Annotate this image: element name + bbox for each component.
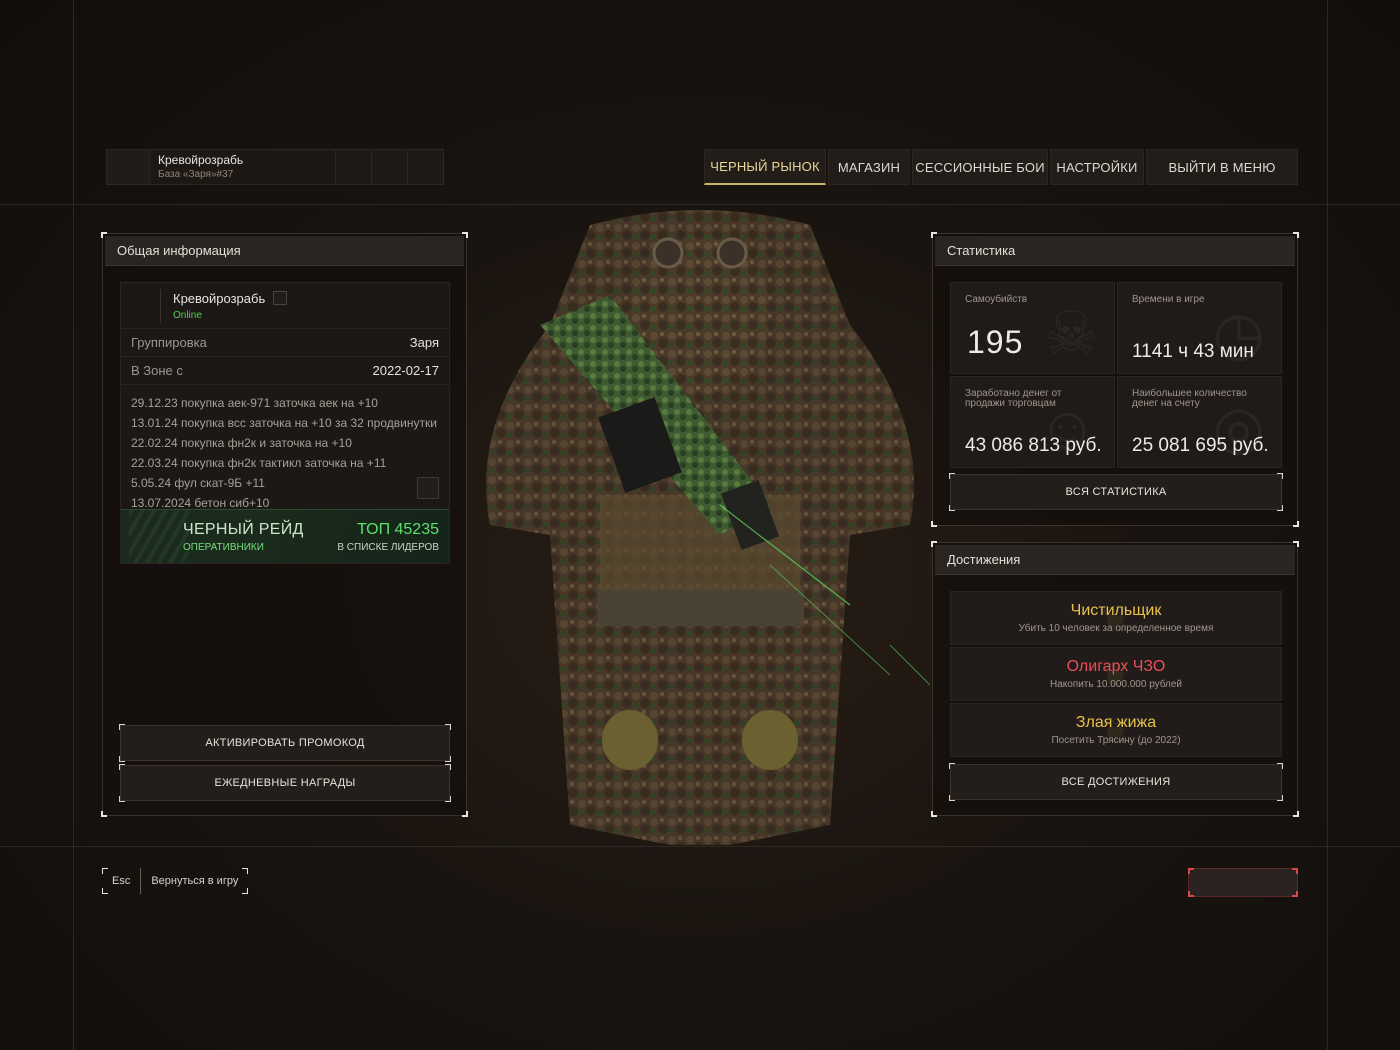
grid-line — [1327, 0, 1328, 1050]
general-info-panel: Общая информация Кревойрозрабь Online Гр… — [101, 232, 468, 817]
info-box: Кревойрозрабь Online Группировка Заря В … — [120, 282, 450, 564]
achievement-item[interactable]: ❦ Олигарх ЧЗО Накопить 10.000.000 рублей — [950, 647, 1282, 701]
log-line: 29.12.23 покупка аек-971 заточка аек на … — [131, 396, 378, 410]
stat-suicides: ☠ Самоубийств 195 — [950, 282, 1115, 374]
esc-label: Вернуться в игру — [151, 875, 239, 887]
button-label: ВСЯ СТАТИСТИКА — [1065, 486, 1167, 498]
all-achievements-button[interactable]: ВСЕ ДОСТИЖЕНИЯ — [949, 763, 1283, 801]
statistics-panel: Статистика ☠ Самоубийств 195 ◷ Времени в… — [931, 232, 1299, 527]
log-line: 5.05.24 фул скат-9Б +11 — [131, 476, 265, 490]
stat-value: 195 — [967, 324, 1024, 360]
danger-button[interactable] — [1188, 868, 1298, 897]
daily-rewards-button[interactable]: ЕЖЕДНЕВНЫЕ НАГРАДЫ — [119, 764, 451, 802]
avatar — [133, 288, 161, 323]
profile-checkbox[interactable] — [273, 291, 288, 305]
nav-exit-menu[interactable]: ВЫЙТИ В МЕНЮ — [1146, 149, 1298, 185]
wreath-icon: ❦ — [1100, 710, 1132, 751]
panel-title: Статистика — [935, 236, 1295, 266]
grid-line — [73, 0, 74, 1050]
top-nav: ЧЕРНЫЙ РЫНОК МАГАЗИН СЕССИОННЫЕ БОИ НАСТ… — [704, 149, 1300, 185]
achievement-item[interactable]: ❦ Злая жижа Посетить Трясину (до 2022) — [950, 703, 1282, 757]
nav-session-battles[interactable]: СЕССИОННЫЕ БОИ — [912, 149, 1048, 185]
avatar — [106, 149, 150, 185]
log-line: 13.01.24 покупка всс заточка на +10 за 3… — [131, 416, 437, 430]
button-label: ВСЕ ДОСТИЖЕНИЯ — [1061, 776, 1171, 788]
panel-title: Общая информация — [105, 236, 464, 266]
raid-subtitle: ОПЕРАТИВНИКИ — [183, 541, 264, 553]
stat-value: 1141 ч 43 мин — [1132, 341, 1254, 362]
black-raid-banner[interactable]: ЧЕРНЫЙ РЕЙД ОПЕРАТИВНИКИ ТОП 45235 В СПИ… — [121, 509, 449, 563]
online-status: Online — [173, 309, 202, 321]
stat-earned: ☺ Заработано денег от продажи торговцам … — [950, 376, 1115, 468]
nav-black-market[interactable]: ЧЕРНЫЙ РЫНОК — [704, 149, 826, 185]
log-line: 22.02.24 покупка фн2к и заточка на +10 — [131, 436, 352, 450]
stat-playtime: ◷ Времени в игре 1141 ч 43 мин — [1117, 282, 1282, 374]
skull-icon: ☠ — [1044, 300, 1098, 367]
nav-settings[interactable]: НАСТРОЙКИ — [1050, 149, 1144, 185]
player-log[interactable]: 29.12.23 покупка аек-971 заточка аек на … — [121, 385, 449, 509]
player-name: Кревойрозрабь — [158, 153, 244, 167]
stat-value: 25 081 695 руб. — [1132, 435, 1269, 456]
activate-promo-button[interactable]: АКТИВИРОВАТЬ ПРОМОКОД — [119, 724, 451, 762]
player-card[interactable]: Кревойрозрабь База «Заря»#37 — [106, 149, 446, 185]
raid-title: ЧЕРНЫЙ РЕЙД — [183, 520, 304, 538]
raid-stripes — [129, 510, 189, 563]
faction-value: Заря — [409, 335, 439, 350]
faction-label: Группировка — [131, 335, 207, 350]
player-slot[interactable] — [408, 149, 444, 185]
achievements-list: ❦ Чистильщик Убить 10 человек за определ… — [950, 591, 1282, 759]
player-slot[interactable] — [336, 149, 372, 185]
edit-log-button[interactable] — [417, 477, 439, 499]
player-info: Кревойрозрабь База «Заря»#37 — [150, 149, 336, 185]
grid-line — [0, 846, 1400, 847]
stat-max-money: ◎ Наибольшее количество денег на счету 2… — [1117, 376, 1282, 468]
panel-title: Достижения — [935, 545, 1295, 575]
profile-name: Кревойрозрабь — [173, 290, 266, 306]
character-model — [486, 210, 930, 845]
raid-rank: ТОП 45235 — [357, 520, 439, 538]
nav-shop[interactable]: МАГАЗИН — [828, 149, 910, 185]
zone-value: 2022-02-17 — [372, 363, 440, 378]
stat-value: 43 086 813 руб. — [965, 435, 1102, 456]
button-label: ЕЖЕДНЕВНЫЕ НАГРАДЫ — [214, 777, 356, 789]
player-base: База «Заря»#37 — [158, 169, 234, 180]
faction-row: Группировка Заря — [121, 329, 449, 357]
wreath-icon: ❦ — [1100, 654, 1132, 695]
raid-rank-sub: В СПИСКЕ ЛИДЕРОВ — [337, 541, 439, 553]
achievements-panel: Достижения ❦ Чистильщик Убить 10 человек… — [931, 541, 1299, 817]
achievement-item[interactable]: ❦ Чистильщик Убить 10 человек за определ… — [950, 591, 1282, 645]
zone-row: В Зоне с 2022-02-17 — [121, 357, 449, 385]
player-slot[interactable] — [372, 149, 408, 185]
stat-grid: ☠ Самоубийств 195 ◷ Времени в игре 1141 … — [950, 282, 1282, 468]
all-stats-button[interactable]: ВСЯ СТАТИСТИКА — [949, 473, 1283, 511]
button-label: АКТИВИРОВАТЬ ПРОМОКОД — [205, 737, 365, 749]
log-line: 22.03.24 покупка фн2к тактикл заточка на… — [131, 456, 387, 470]
wreath-icon: ❦ — [1100, 598, 1132, 639]
log-line: 13.07.2024 бетон сиб+10 — [131, 496, 270, 509]
zone-label: В Зоне с — [131, 363, 183, 378]
back-to-game-button[interactable]: Esc Вернуться в игру — [102, 868, 249, 894]
